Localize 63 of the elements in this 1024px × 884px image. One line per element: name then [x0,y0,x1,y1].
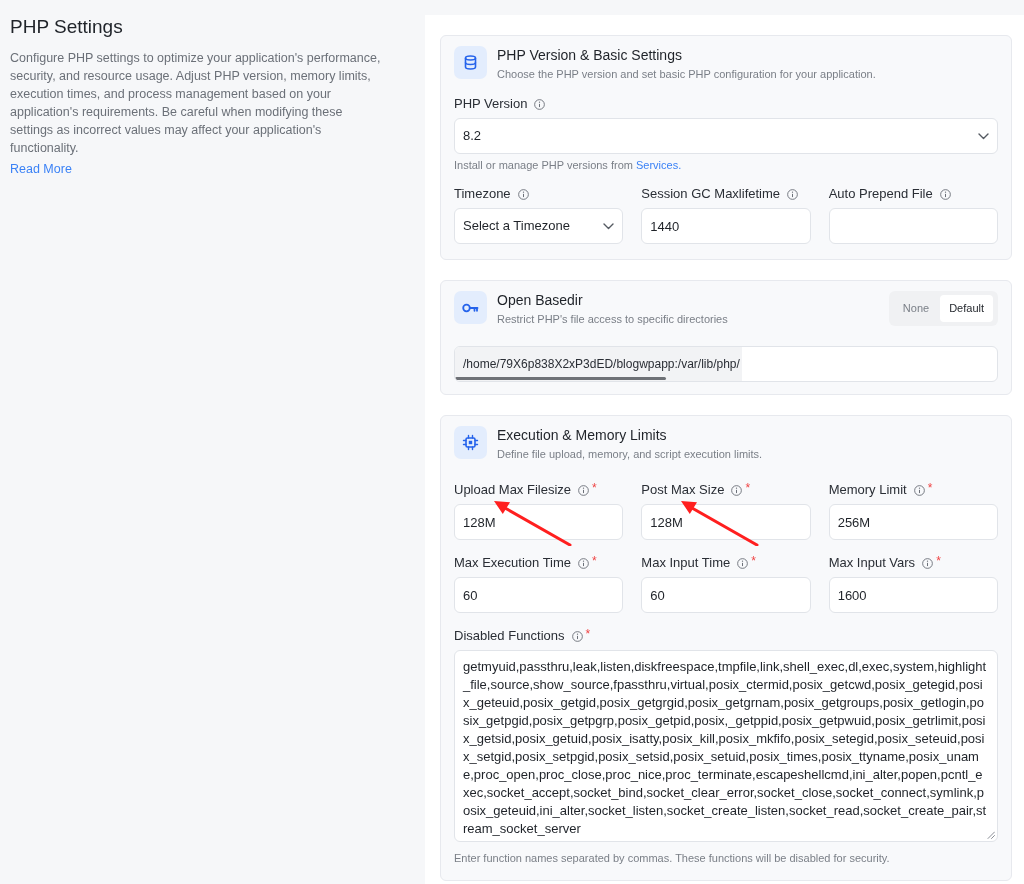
text-input[interactable]: 60 [641,577,811,613]
field-label: Timezone [454,186,511,202]
textarea-field[interactable]: getmyuid,passthru,leak,listen,diskfreespace,tmpfile,link,shell_exec,dl,exec,system,highlight_file,source,show_source,fpassthru,virtual,posix_ctermid,posix_getcwd,posix_getegid,posix_geteuid,posix_getgid,posix_getgrgid,posix_getgrnam,posix_getgroups,posix_getlogin,posix_getpgid,posix_getpgrp,posix_getpid,posix,_getppid,posix_getpwuid,posix_getrlimit,posix_getsid,posix_getuid,posix_isatty,posix_kill,posix_mkfifo,posix_setegid,posix_seteuid,posix_setgid,posix_setpgid,posix_setsid,posix_setuid,posix_times,posix_ttyname,posix_uname,proc_open,proc_close,proc_nice,proc_terminate,escapeshellcmd,ini_alter,popen,pcntl_exec,socket_accept,socket_bind,socket_clear_error,socket_close,socket_connect,symlink,posix_geteuid,ini_alter,socket_listen,socket_create_listen,socket_read,socket_create_pair,stream_socket_server [454,650,998,842]
required-mark: * [936,555,941,567]
mode-toggle-button[interactable]: None [893,295,939,322]
field-label: Disabled Functions [454,628,565,644]
dropdown-select[interactable]: 8.2 [454,118,998,154]
field-label: PHP Version [454,96,528,112]
info-icon[interactable] [578,557,590,569]
chevron-down-icon [603,222,615,230]
card-subtitle: Choose the PHP version and set basic PHP configuration for your application. [497,67,877,82]
path-text: /home/79X6p838X2xP3dED/blogwpapp:/var/lib/php/ [455,347,742,381]
field-label: Memory Limit [828,482,907,498]
text-input[interactable]: 256M [828,504,998,540]
card-title: Execution & Memory Limits [497,426,668,444]
info-icon[interactable] [578,484,590,496]
card-title: Open Basedir [497,291,584,309]
database-icon [454,46,487,79]
info-icon[interactable] [534,98,546,110]
field-label: Max Input Time [641,555,731,571]
info-icon[interactable] [517,188,529,200]
horizontal-scrollbar[interactable] [455,377,666,380]
resize-handle-icon[interactable] [987,831,995,839]
mode-toggle-button[interactable]: Default [940,295,993,322]
card-subtitle: Restrict PHP's file access to specific directories [497,312,729,327]
page-description: Configure PHP settings to optimize your application's performance, security, and resource usage. Adjust PHP version, memory limits, execution times, and process management based on your application's requirements. Be careful when modifying these settings as incorrect values may affect your application's functionality. [10,50,382,157]
page-title: PHP Settings [10,15,124,39]
required-mark: * [745,482,751,494]
info-icon[interactable] [737,557,749,569]
info-icon[interactable] [913,484,925,496]
field-label: Max Input Vars [828,555,916,571]
field-label: Upload Max Filesize [454,482,572,498]
chip-icon [454,426,487,459]
info-icon[interactable] [731,484,743,496]
field-label: Session GC Maxlifetime [641,186,781,202]
text-input[interactable]: 1440 [641,208,811,244]
help-text: Enter function names separated by commas. These functions will be disabled for security. [454,851,891,865]
path-input-field[interactable]: /home/79X6p838X2xP3dED/blogwpapp:/var/lib/php/ [454,346,998,382]
info-icon[interactable] [922,557,934,569]
required-mark: * [927,482,933,494]
text-input[interactable]: 128M [641,504,811,540]
required-mark: * [751,555,756,567]
help-text: Install or manage PHP versions from Services. [454,158,683,172]
read-more-link[interactable]: Read More [10,162,72,176]
text-input[interactable]: 60 [454,577,624,613]
key-icon [454,291,487,324]
text-input[interactable] [828,208,998,244]
chevron-down-icon [978,132,989,140]
info-icon[interactable] [571,630,583,642]
info-icon[interactable] [939,188,951,200]
required-mark: * [592,555,597,567]
required-mark: * [592,482,597,494]
field-label: Max Execution Time [454,555,572,571]
card-title: PHP Version & Basic Settings [497,46,683,64]
field-label: Auto Prepend File [828,186,933,202]
services-link[interactable]: Services. [636,159,682,171]
dropdown-select[interactable]: Select a Timezone [454,208,624,244]
required-mark: * [585,628,591,640]
info-icon[interactable] [787,188,799,200]
card-subtitle: Define file upload, memory, and script execution limits. [497,447,764,462]
field-label: Post Max Size [641,482,725,498]
text-input[interactable]: 128M [454,504,624,540]
text-input[interactable]: 1600 [828,577,998,613]
